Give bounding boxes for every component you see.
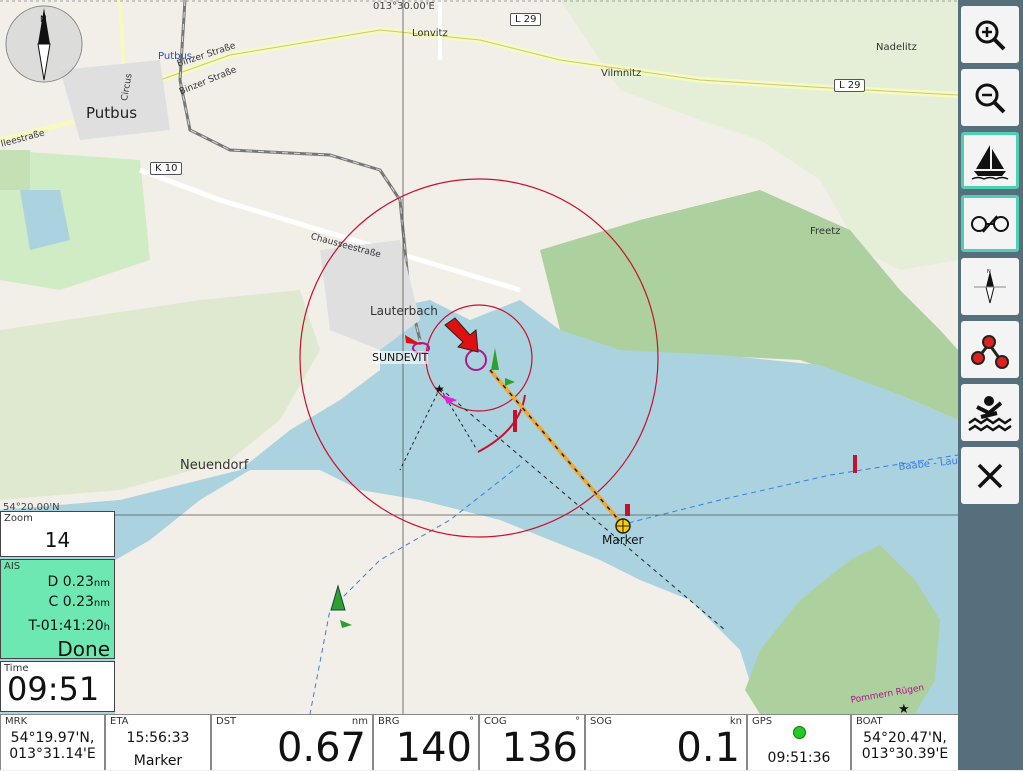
ais-t-unit: h [103,622,110,633]
ais-c-unit: nm [93,598,110,609]
zoom-widget[interactable]: Zoom 14 [0,511,115,557]
ais-widget[interactable]: AIS D 0.23nm C 0.23nm T-01:41:20h Done [0,559,115,661]
longitude-label: 013°30.00'E [373,1,435,12]
ais-d-value: 0.23 [62,574,94,590]
ais-status: Done [57,637,110,661]
ais-d-label: D [47,574,59,590]
mrk-widget[interactable]: MRK 54°19.97'N, 013°31.14'E [1,715,104,770]
eta-widget[interactable]: ETA 15:56:33 Marker [106,715,210,770]
place-label: Neuendorf [180,458,249,473]
center-boat-button[interactable] [961,132,1019,189]
toolbar: N [958,0,1023,770]
sailboat-icon [971,144,1009,180]
boat-caption: BOAT [856,716,883,727]
dst-value: 0.67 [276,725,366,771]
vessel-name-label[interactable]: SUNDEVIT [372,351,429,364]
place-label: Lonvitz [412,28,448,39]
zoom-out-icon [975,83,1006,113]
mrk-lon: 013°31.14'E [9,746,96,762]
mrk-lat: 54°19.97'N, [10,730,95,746]
place-label: Nadelitz [876,42,917,53]
brg-widget[interactable]: BRG ° 140 [374,715,478,770]
road-shield: L 29 [834,79,866,92]
ais-caption: AIS [4,561,21,572]
gps-time: 09:51:36 [767,750,831,766]
time-widget[interactable]: Time 09:51 [0,661,115,712]
waypoint-label[interactable]: Marker [602,533,643,547]
ais-c-value: 0.23 [62,594,94,610]
place-label: Freetz [810,226,841,237]
north-compass-icon[interactable]: N [5,5,83,83]
red-buoy-icon [853,455,857,473]
eta-caption: ETA [110,716,129,727]
gps-widget[interactable]: GPS 09:51:36 [748,715,850,770]
close-button[interactable] [961,447,1019,504]
zoom-caption: Zoom [4,513,33,524]
ais-d-unit: nm [93,578,110,589]
zoom-in-button[interactable] [961,6,1019,63]
svg-text:N: N [987,269,991,275]
sog-value: 0.1 [676,725,740,771]
place-label: Putbus [86,104,138,122]
chart-map[interactable]: ★ ★ N 013°30.00'E 54°20.00'N Lonvitz Nad… [0,0,958,714]
svg-text:N: N [40,15,47,25]
close-icon [977,463,1003,488]
time-value: 09:51 [7,670,100,708]
map-canvas[interactable]: ★ ★ N [0,0,958,714]
zoom-value: 14 [44,528,71,552]
mrk-caption: MRK [5,716,28,727]
dst-caption: DST [216,716,237,727]
eta-name: Marker [133,753,183,769]
man-overboard-button[interactable] [961,384,1019,441]
svg-text:★: ★ [898,702,910,714]
compass-button[interactable]: N [961,258,1019,315]
bottom-bar: MRK 54°19.97'N, 013°31.14'E ETA 15:56:33… [0,714,958,770]
ais-c-label: C [48,594,59,610]
zoom-out-button[interactable] [961,69,1019,126]
svg-text:★: ★ [434,382,445,396]
gps-status-icon [793,726,806,739]
dst-widget[interactable]: DST nm 0.67 [212,715,372,770]
eta-time: 15:56:33 [126,730,190,746]
sog-caption: SOG [590,716,612,727]
gps-caption: GPS [752,716,773,727]
route-icon [971,334,1009,369]
boat-lat: 54°20.47'N, [863,730,947,746]
ais-t-value: -01:41:20 [35,618,104,634]
boat-lon: 013°30.39'E [861,746,949,762]
zoom-in-icon [975,20,1006,50]
compass-icon: N [974,269,1006,303]
brg-value: 140 [395,725,472,771]
ais-icon [971,214,1009,233]
road-shield: K 10 [150,162,183,175]
boat-widget[interactable]: BOAT 54°20.47'N, 013°30.39'E [852,715,958,770]
sog-widget[interactable]: SOG kn 0.1 [586,715,746,770]
cog-value: 136 [501,725,578,771]
station-label: Putbus [158,51,193,62]
road-shield: L 29 [510,13,542,26]
place-label: Lauterbach [370,304,438,318]
man-overboard-icon [968,395,1012,432]
cog-widget[interactable]: COG ° 136 [480,715,584,770]
ais-toggle-button[interactable] [961,195,1019,252]
route-button[interactable] [961,321,1019,378]
place-label: Vilmnitz [601,68,642,79]
ais-t-label: T [28,618,36,634]
